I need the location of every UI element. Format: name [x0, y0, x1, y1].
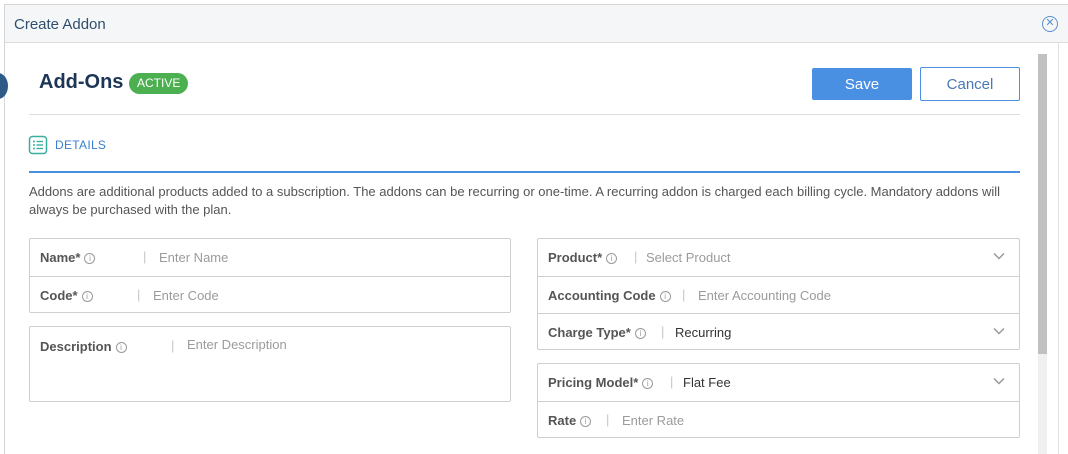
page-title: Add-Ons — [39, 71, 124, 93]
separator: | — [682, 287, 686, 302]
separator: | — [661, 324, 665, 339]
info-icon[interactable]: i — [606, 253, 618, 264]
product-select[interactable] — [646, 248, 966, 266]
accounting-code-label: Accounting Code i — [548, 288, 671, 303]
info-icon[interactable]: i — [642, 378, 654, 389]
chevron-down-icon[interactable] — [993, 252, 1005, 260]
code-input[interactable] — [153, 286, 493, 304]
separator: | — [143, 249, 147, 264]
tab-details-label: DETAILS — [55, 138, 107, 152]
close-icon[interactable]: ✕ — [1042, 16, 1058, 32]
info-icon[interactable]: i — [115, 342, 127, 353]
code-field: Code* i | — [30, 276, 510, 314]
charge-type-value[interactable]: Recurring — [675, 325, 731, 340]
chevron-down-icon[interactable] — [993, 327, 1005, 335]
info-icon[interactable]: i — [84, 253, 96, 264]
save-button[interactable]: Save — [812, 68, 912, 100]
name-input[interactable] — [159, 248, 499, 266]
scrollbar-thumb[interactable] — [1038, 54, 1047, 354]
cancel-button[interactable]: Cancel — [920, 67, 1020, 101]
panel-edge — [1058, 43, 1059, 454]
separator: | — [606, 412, 610, 427]
description-label: Description i — [40, 339, 127, 354]
info-icon[interactable]: i — [659, 291, 671, 302]
rate-field: Rate i | — [538, 401, 1019, 439]
separator: | — [171, 338, 175, 353]
rate-label: Rate i — [548, 413, 592, 428]
code-label: Code* i — [40, 288, 93, 303]
header-divider — [29, 114, 1020, 115]
rate-input[interactable] — [622, 411, 942, 429]
info-icon[interactable]: i — [634, 328, 646, 339]
pricing-group: Pricing Model* i | Flat Fee Rate i | — [537, 363, 1020, 438]
info-icon[interactable]: i — [81, 291, 93, 302]
separator: | — [670, 374, 674, 389]
name-label: Name* i — [40, 250, 96, 265]
product-group: Product*i | Accounting Codei | Charge Ty… — [537, 238, 1020, 350]
info-icon[interactable]: i — [580, 416, 592, 427]
pricing-model-field[interactable]: Pricing Model* i | Flat Fee — [538, 364, 1019, 401]
accounting-code-field: Accounting Code i | — [538, 276, 1019, 314]
modal-header: Create Addon ✕ — [5, 5, 1068, 43]
modal-title: Create Addon — [14, 16, 106, 33]
charge-type-field[interactable]: Charge Type* i | Recurring — [538, 313, 1019, 351]
tab-underline — [29, 171, 1020, 173]
charge-type-label: Charge Type* i — [548, 325, 646, 340]
chevron-down-icon[interactable] — [993, 377, 1005, 385]
status-badge: ACTIVE — [129, 73, 189, 94]
list-icon — [28, 135, 48, 155]
addon-description-text: Addons are additional products added to … — [29, 184, 1001, 217]
separator: | — [137, 287, 141, 302]
name-code-group: Name*i | Code*i | — [29, 238, 511, 313]
pricing-model-label: Pricing Model* i — [548, 375, 654, 390]
accounting-code-input[interactable] — [698, 286, 998, 304]
description-field: Description i | — [29, 326, 511, 402]
description-input[interactable] — [187, 337, 497, 357]
name-field: Name* i | — [30, 239, 510, 276]
separator: | — [634, 249, 638, 264]
product-label: Product* i — [548, 250, 618, 265]
product-field[interactable]: Product* i | — [538, 239, 1019, 276]
pricing-model-value[interactable]: Flat Fee — [683, 375, 731, 390]
